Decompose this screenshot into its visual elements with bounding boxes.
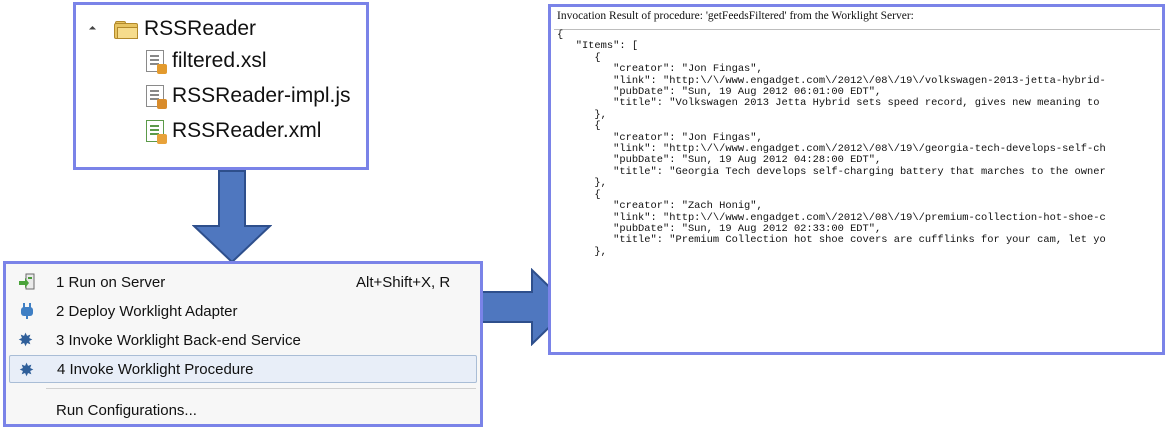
menu-item-label: Run Configurations... [56, 401, 197, 419]
invocation-result-panel: Invocation Result of procedure: 'getFeed… [548, 4, 1165, 355]
gear-icon: ✸ [18, 330, 34, 350]
project-folder-icon [114, 21, 138, 39]
menu-item-invoke-backend-service[interactable]: ✸ 3 Invoke Worklight Back-end Service [9, 326, 477, 354]
xml-file-icon [146, 120, 167, 144]
tree-item-file[interactable]: filtered.xsl [146, 49, 267, 74]
menu-item-label: 3 Invoke Worklight Back-end Service [56, 331, 301, 349]
tree-item-label: RSSReader.xml [172, 119, 322, 142]
xsl-file-icon [146, 50, 167, 74]
menu-item-run-configurations[interactable]: Run Configurations... [9, 396, 477, 424]
gear-icon: ✸ [19, 360, 35, 380]
menu-item-accelerator: Alt+Shift+X, R [356, 273, 451, 291]
tree-item-label: filtered.xsl [172, 49, 267, 72]
js-file-icon [146, 85, 167, 109]
menu-item-invoke-procedure[interactable]: ✸ 4 Invoke Worklight Procedure [9, 355, 477, 383]
deploy-adapter-icon [21, 303, 33, 319]
menu-item-label: 1 Run on Server [56, 273, 166, 291]
result-title: Invocation Result of procedure: 'getFeed… [557, 10, 914, 22]
run-on-server-icon [19, 273, 35, 290]
tree-item-project[interactable]: RSSReader [114, 17, 256, 41]
tree-item-file[interactable]: RSSReader.xml [146, 119, 322, 144]
arrow-down-icon [192, 170, 272, 264]
menu-separator [46, 388, 476, 389]
tree-expander-icon[interactable] [88, 25, 97, 34]
menu-item-label: 4 Invoke Worklight Procedure [57, 360, 254, 378]
tree-item-label: RSSReader [144, 17, 257, 40]
menu-item-label: 2 Deploy Worklight Adapter [56, 302, 238, 320]
menu-item-run-on-server[interactable]: 1 Run on Server Alt+Shift+X, R [9, 268, 477, 296]
menu-item-deploy-adapter[interactable]: 2 Deploy Worklight Adapter [9, 297, 477, 325]
tree-item-file[interactable]: RSSReader-impl.js [146, 84, 351, 109]
result-json-text: { "Items": [ { "creator": "Jon Fingas", … [557, 29, 1106, 258]
tree-item-label: RSSReader-impl.js [172, 84, 351, 107]
run-as-context-menu: 1 Run on Server Alt+Shift+X, R 2 Deploy … [3, 261, 483, 427]
project-explorer-panel: RSSReader filtered.xsl RSSReader-impl.js… [73, 2, 369, 170]
